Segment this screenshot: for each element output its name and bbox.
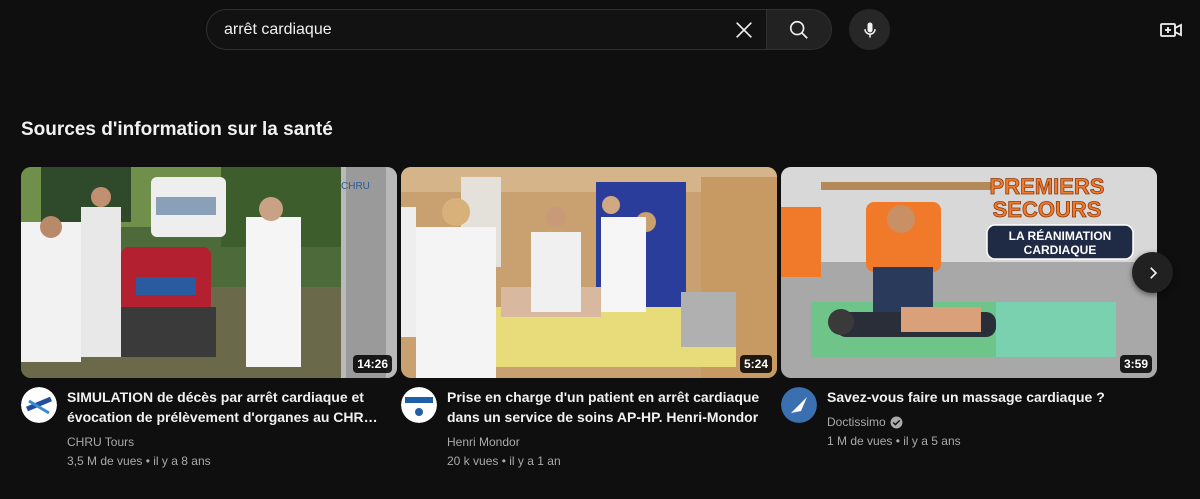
video-stats: 1 M de vues • il y a 5 ans xyxy=(827,434,1157,448)
view-count: 1 M de vues xyxy=(827,434,893,448)
search-button[interactable] xyxy=(766,9,832,50)
check-circle-icon xyxy=(890,416,903,428)
channel-avatar[interactable] xyxy=(401,387,437,423)
channel-avatar[interactable] xyxy=(781,387,817,423)
video-title[interactable]: Savez-vous faire un massage cardiaque ? xyxy=(827,387,1157,407)
video-card[interactable]: 5:24 Prise en charge d'un patient en arr… xyxy=(401,167,777,487)
video-duration: 5:24 xyxy=(739,355,772,373)
video-thumbnail[interactable]: 5:24 xyxy=(401,167,777,378)
video-card[interactable]: PREMIERS SECOURS LA RÉANIMATION CARDIAQU… xyxy=(781,167,1157,487)
channel-name-row: Henri Mondor xyxy=(447,435,777,449)
thumb-headline-1: PREMIERS xyxy=(990,174,1105,199)
video-title[interactable]: SIMULATION de décès par arrêt cardiaque … xyxy=(67,387,397,427)
video-thumbnail[interactable]: PREMIERS SECOURS LA RÉANIMATION CARDIAQU… xyxy=(781,167,1157,378)
video-camera-add-icon xyxy=(1160,23,1182,37)
view-count: 20 k vues xyxy=(447,454,499,468)
thumb-logo: CHRU xyxy=(341,181,370,192)
clear-search-button[interactable] xyxy=(722,10,766,50)
thumb-headline-2: SECOURS xyxy=(993,197,1102,222)
video-stats: 3,5 M de vues • il y a 8 ans xyxy=(67,454,397,468)
channel-name[interactable]: CHRU Tours xyxy=(67,435,134,449)
search-box xyxy=(206,9,766,50)
channel-name[interactable]: Doctissimo xyxy=(827,415,886,429)
section-title: Sources d'information sur la santé xyxy=(21,119,333,140)
channel-name-row: Doctissimo xyxy=(827,415,1157,429)
voice-search-button[interactable] xyxy=(849,9,890,50)
video-stats: 20 k vues • il y a 1 an xyxy=(447,454,777,468)
channel-name-row: CHRU Tours xyxy=(67,435,397,449)
search-input[interactable] xyxy=(207,10,722,49)
video-duration: 14:26 xyxy=(353,355,392,373)
video-title[interactable]: Prise en charge d'un patient en arrêt ca… xyxy=(447,387,777,427)
view-count: 3,5 M de vues xyxy=(67,454,143,468)
upload-age: il y a 8 ans xyxy=(153,454,211,468)
carousel-next-button[interactable] xyxy=(1132,252,1173,293)
separator-dot: • xyxy=(501,454,506,468)
create-button[interactable] xyxy=(1155,14,1187,46)
video-duration: 3:59 xyxy=(1119,355,1152,373)
channel-name[interactable]: Henri Mondor xyxy=(447,435,520,449)
close-icon xyxy=(736,21,752,38)
upload-age: il y a 5 ans xyxy=(903,434,961,448)
thumb-badge-2: CARDIAQUE xyxy=(1024,243,1097,257)
microphone-icon xyxy=(863,22,876,37)
channel-avatar[interactable] xyxy=(21,387,57,423)
upload-age: il y a 1 an xyxy=(509,454,561,468)
video-thumbnail[interactable]: CHRU 14:26 xyxy=(21,167,397,378)
thumb-badge-1: LA RÉANIMATION xyxy=(1009,228,1112,243)
separator-dot: • xyxy=(895,434,900,448)
separator-dot: • xyxy=(145,454,150,468)
video-card[interactable]: CHRU 14:26 SIMULATION de décès par arrêt… xyxy=(21,167,397,487)
chevron-right-icon xyxy=(1149,266,1157,279)
search-icon xyxy=(789,20,808,39)
